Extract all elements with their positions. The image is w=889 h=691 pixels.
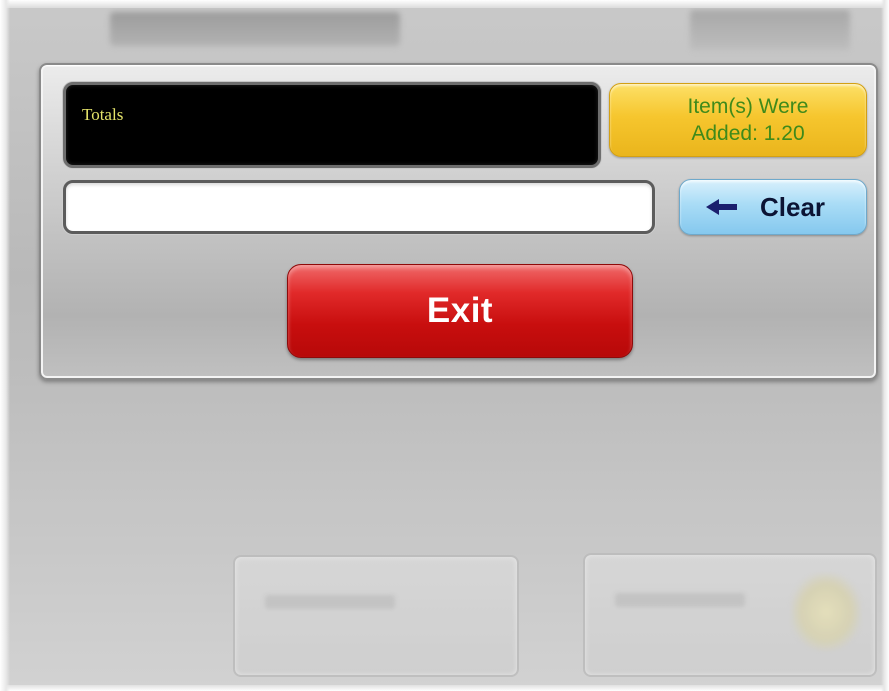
status-message-line2: Added: 1.20 bbox=[691, 122, 805, 145]
background-corner-blurred bbox=[690, 10, 850, 50]
background-header-blurred bbox=[110, 12, 400, 46]
pos-screen: Totals Item(s) Were Added: 1.20 Clear Ex… bbox=[0, 0, 889, 691]
totals-dialog: Totals Item(s) Were Added: 1.20 Clear Ex… bbox=[39, 63, 878, 380]
status-message-line1: Item(s) Were bbox=[687, 95, 809, 118]
totals-label: Totals bbox=[82, 105, 124, 124]
exit-button[interactable]: Exit bbox=[287, 264, 633, 358]
background-panel bbox=[8, 380, 881, 510]
arrow-left-icon bbox=[706, 199, 737, 215]
totals-display: Totals bbox=[63, 82, 601, 168]
entry-input[interactable] bbox=[63, 180, 655, 234]
background-button-icon bbox=[791, 573, 861, 651]
clear-button-label: Clear bbox=[760, 192, 826, 222]
clear-button[interactable]: Clear bbox=[679, 179, 867, 235]
exit-button-label: Exit bbox=[426, 291, 494, 330]
background-button-left bbox=[233, 555, 519, 677]
frame-edge-right bbox=[881, 0, 889, 691]
status-badge: Item(s) Were Added: 1.20 bbox=[609, 83, 867, 157]
frame-edge-left bbox=[0, 0, 10, 691]
background-button-right bbox=[583, 553, 877, 677]
frame-edge-bottom bbox=[0, 685, 889, 691]
background-button-text-blurred bbox=[265, 595, 395, 609]
background-button-text-blurred bbox=[615, 593, 745, 607]
frame-edge-top bbox=[0, 0, 889, 8]
